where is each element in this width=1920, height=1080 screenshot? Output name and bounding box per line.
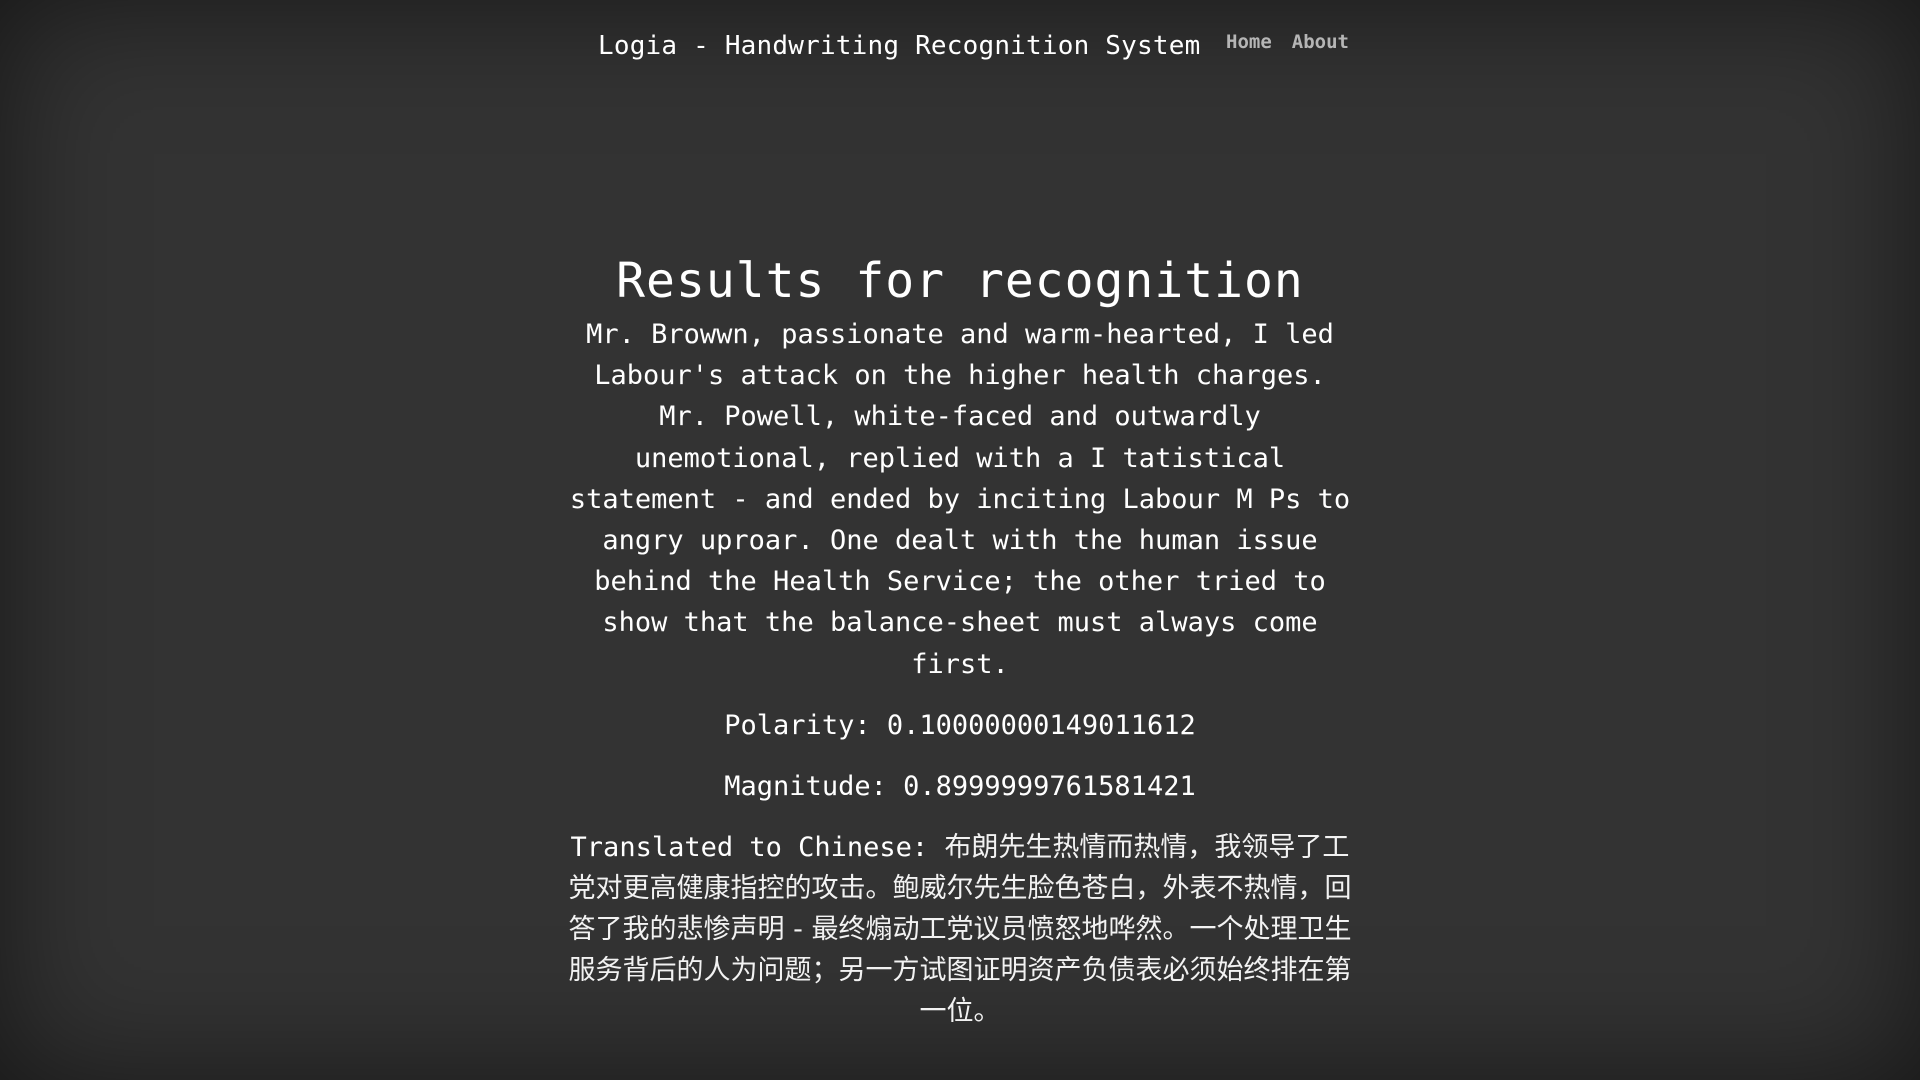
page-title: Results for recognition [616,253,1304,309]
brand-title[interactable]: Logia - Handwriting Recognition System [598,28,1200,64]
magnitude-label: Magnitude: [724,770,887,802]
results-section: Results for recognition Mr. Browwn, pass… [560,248,1360,1032]
main-nav: Home About [1226,28,1349,56]
polarity-value: 0.10000000149011612 [886,709,1196,741]
masthead: Logia - Handwriting Recognition System H… [0,0,1920,80]
translation-label: Translated to Chinese: [570,831,929,863]
magnitude-row: Magnitude: 0.8999999761581421 [560,766,1360,807]
translation-row: Translated to Chinese: 布朗先生热情而热情，我领导了工党对… [560,827,1360,1032]
nav-link-home[interactable]: Home [1226,28,1272,56]
nav-link-about[interactable]: About [1292,28,1349,56]
polarity-label: Polarity: [724,709,871,741]
polarity-row: Polarity: 0.10000000149011612 [560,705,1360,746]
recognized-text: Mr. Browwn, passionate and warm-hearted,… [569,319,1351,680]
magnitude-value: 0.8999999761581421 [903,770,1196,802]
